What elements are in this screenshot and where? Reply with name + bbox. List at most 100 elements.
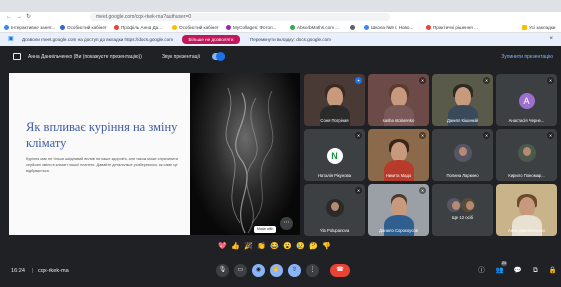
mic-off-icon: ✕ xyxy=(483,132,490,139)
activities-icon[interactable]: ⧉ xyxy=(531,266,540,275)
bookmark-label: Особистий кабінет xyxy=(67,25,107,30)
bookmark-icon xyxy=(350,25,355,30)
mic-off-icon: ✕ xyxy=(483,77,490,84)
presentation-slide: Як впливає куріння на зміну клімату Курі… xyxy=(9,73,190,235)
folder-icon xyxy=(522,25,527,30)
present-screen-icon xyxy=(13,53,21,60)
switch-tab-button[interactable]: Перемкнути вкладку: docs.google.com xyxy=(250,36,331,43)
participant-name: Yla Polupanova xyxy=(319,228,350,233)
participant-photo xyxy=(325,199,344,217)
stop-presenting-button[interactable]: Зупинити презентацію xyxy=(501,53,553,61)
reaction-thumbs-up[interactable]: 👍 xyxy=(231,242,240,251)
speaking-icon: ✦ xyxy=(355,77,362,84)
microphone-button[interactable]: 🎙 xyxy=(216,264,229,277)
info-icon[interactable]: ⓘ xyxy=(477,266,486,275)
mic-off-icon: ✕ xyxy=(419,77,426,84)
forward-icon[interactable]: → xyxy=(16,13,22,21)
bookmark-all[interactable]: Усі закладки xyxy=(522,24,555,31)
bookmark-2[interactable]: Особистий кабінет xyxy=(60,24,107,31)
bookmark-icon xyxy=(114,25,119,30)
bookmark-label: Школа №9 г. Ново... xyxy=(371,25,414,30)
separator: | xyxy=(32,268,34,274)
participant-name: Никита Мадо xyxy=(385,173,412,178)
participant-avatar: N xyxy=(326,148,343,164)
close-icon[interactable]: × xyxy=(549,36,553,43)
participant-face xyxy=(390,87,407,107)
bookmarks-bar: Інтерактивне занят... Особистий кабінет … xyxy=(0,22,561,33)
participant-tile[interactable]: ✕ Кирило Пономар... xyxy=(496,129,557,181)
present-button[interactable]: ⇧ xyxy=(288,264,301,277)
bookmark-1[interactable]: Інтерактивне занят... xyxy=(4,24,55,31)
address-field[interactable]: meet.google.com/cqx-rkek-ma?authuser=0 xyxy=(90,13,390,21)
sharing-infobar: ▣ Дозволи meet.google.com на доступ до в… xyxy=(0,33,561,46)
slide-body: Куріння має не тільки шкідливий вплив на… xyxy=(26,157,179,173)
chat-icon[interactable]: 💬 xyxy=(513,266,522,275)
participant-tile[interactable]: N ✕ Наталія Рікунова xyxy=(304,129,365,181)
bookmark-icon xyxy=(172,25,177,30)
participant-photo xyxy=(453,144,472,162)
more-participants-tile[interactable]: Ще 12 осіб xyxy=(432,184,493,236)
participant-name: Кирило Пономар... xyxy=(508,173,545,178)
participant-tile[interactable]: Анна Даниільченко xyxy=(496,184,557,236)
bookmark-4[interactable]: Особистий кабінет xyxy=(172,24,219,31)
participant-tile[interactable]: ✦ Соня Погріная xyxy=(304,74,365,126)
participant-photo xyxy=(460,198,475,212)
reaction-thumbs-down[interactable]: 👎 xyxy=(322,242,331,251)
bookmark-label: Особистий кабінет xyxy=(179,25,219,30)
reaction-thinking[interactable]: 🤔 xyxy=(309,242,318,251)
meeting-code: cqx-rkek-ma xyxy=(38,268,69,274)
bookmark-icon xyxy=(226,25,231,30)
people-icon[interactable]: 👥 xyxy=(495,266,504,275)
participant-tile[interactable]: ✕ sasha stolarenko xyxy=(368,74,429,126)
participant-tile[interactable]: ✕ Yla Polupanova xyxy=(304,184,365,236)
participant-name: Соня Погріная xyxy=(320,118,349,123)
bookmark-9[interactable]: Практичні рішення ... xyxy=(426,24,478,31)
participant-avatar: A xyxy=(518,93,535,109)
bookmark-icon xyxy=(364,25,369,30)
bookmark-label: AbsorbMaths.com ... xyxy=(297,25,340,30)
more-options-button[interactable]: ⋮ xyxy=(306,264,319,277)
mic-off-icon: ✕ xyxy=(419,132,426,139)
meeting-time: 16:24 xyxy=(11,268,25,274)
participant-tile[interactable]: A ✕ Анастасія Черне... xyxy=(496,74,557,126)
bookmark-7[interactable] xyxy=(350,24,357,31)
stop-sharing-button[interactable]: Більше не дозволяти xyxy=(182,35,240,44)
participant-tile[interactable]: ✕ Данило Сорокоусов xyxy=(368,184,429,236)
reaction-clap[interactable]: 👏 xyxy=(257,242,266,251)
more-options-icon[interactable]: ⋯ xyxy=(280,217,293,230)
reload-icon[interactable]: ↻ xyxy=(26,13,31,21)
bookmark-label: Інтерактивне занят... xyxy=(11,25,56,30)
bookmark-6[interactable]: AbsorbMaths.com ... xyxy=(290,24,339,31)
presenter-bar: Анна Даниільченко (Ви (покажуєте презент… xyxy=(0,46,561,68)
mic-off-icon: ✕ xyxy=(355,187,362,194)
back-icon[interactable]: ← xyxy=(6,13,12,21)
reaction-surprised[interactable]: 😮 xyxy=(283,242,292,251)
reaction-party[interactable]: 🎉 xyxy=(244,242,253,251)
participant-face xyxy=(326,87,343,107)
infobar-text: Дозволи meet.google.com на доступ до вкл… xyxy=(22,37,174,42)
participant-face xyxy=(454,87,471,107)
leave-call-button[interactable]: ☎ xyxy=(330,264,350,277)
reaction-laugh[interactable]: 😂 xyxy=(270,242,279,251)
participant-name: Анна Даниільченко xyxy=(507,228,546,233)
participant-tile[interactable]: ✕ Никита Мадо xyxy=(368,129,429,181)
meet-window: ← → ↻ meet.google.com/cqx-rkek-ma?authus… xyxy=(0,0,561,287)
participant-count-badge: 24 xyxy=(501,261,507,266)
bookmark-3[interactable]: Профіль Анна Да... xyxy=(114,24,162,31)
presentation-sound-label: Звук презентації xyxy=(162,54,200,60)
reaction-heart[interactable]: 💖 xyxy=(218,242,227,251)
participant-name: Данило Сорокоусов xyxy=(379,228,418,233)
camera-button[interactable]: ▭ xyxy=(234,264,247,277)
host-controls-icon[interactable]: 🔒 xyxy=(548,266,557,275)
participant-name: Даниїл Кішинкій xyxy=(446,118,479,123)
raise-hand-button[interactable]: ✋ xyxy=(270,264,283,277)
participant-face xyxy=(390,197,407,217)
presentation-sound-toggle[interactable] xyxy=(212,52,225,61)
participant-tile[interactable]: ✕ Даниїл Кішинкій xyxy=(432,74,493,126)
bookmark-8[interactable]: Школа №9 г. Ново... xyxy=(364,24,413,31)
bookmark-5[interactable]: MyCollages: Фотоп... xyxy=(226,24,276,31)
participant-tile[interactable]: ✕ Полина Ларкино xyxy=(432,129,493,181)
captions-button[interactable]: ◉ xyxy=(252,264,265,277)
reaction-sad[interactable]: 😢 xyxy=(296,242,305,251)
bookmark-icon xyxy=(60,25,65,30)
